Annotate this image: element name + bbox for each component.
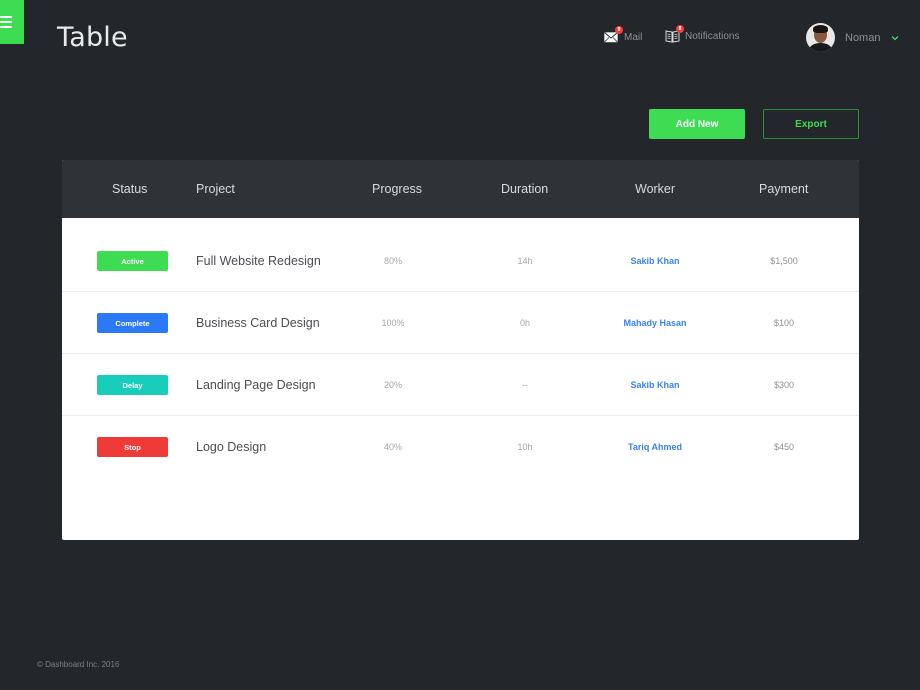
worker-link[interactable]: Sakib Khan: [630, 256, 679, 266]
duration-cell: --: [490, 354, 560, 416]
table-row[interactable]: Complete Business Card Design 100% 0h Mahady…: [62, 292, 859, 354]
duration-value: 0h: [519, 318, 530, 328]
column-header-payment[interactable]: Payment: [759, 160, 808, 218]
notifications-book-icon: 8: [665, 25, 684, 43]
worker-link[interactable]: Mahady Hasan: [623, 318, 686, 328]
column-header-progress[interactable]: Progress: [372, 160, 422, 218]
status-badge[interactable]: Active: [97, 251, 168, 271]
payment-cell: $300: [744, 354, 824, 416]
user-avatar: [806, 23, 835, 52]
project-name: Full Website Redesign: [196, 254, 321, 268]
project-cell: Full Website Redesign: [196, 230, 321, 292]
worker-cell: Tariq Ahmed: [595, 416, 715, 478]
duration-value: 14h: [517, 256, 533, 266]
nav-mail[interactable]: 9 Mail: [604, 26, 643, 44]
nav-mail-label: Mail: [624, 31, 643, 43]
hamburger-menu-icon: [0, 16, 12, 18]
status-badge[interactable]: Complete: [97, 313, 168, 333]
notifications-badge: 8: [676, 25, 684, 33]
column-header-duration[interactable]: Duration: [501, 160, 548, 218]
worker-link[interactable]: Sakib Khan: [630, 380, 679, 390]
user-menu[interactable]: Noman: [806, 23, 900, 52]
table-row[interactable]: Stop Logo Design 40% 10h Tariq Ahmed $450: [62, 416, 859, 478]
payment-cell: $100: [744, 292, 824, 354]
table-row[interactable]: Active Full Website Redesign 80% 14h Sakib K…: [62, 230, 859, 292]
duration-value: 10h: [517, 442, 533, 452]
top-navigation: 9 Mail 8 Notifications: [0, 25, 920, 49]
chevron-down-icon: [892, 35, 899, 40]
nav-notifications-label: Notifications: [685, 30, 740, 42]
user-name: Noman: [845, 31, 881, 44]
duration-cell: 14h: [490, 230, 560, 292]
column-header-worker[interactable]: Worker: [635, 160, 675, 218]
duration-cell: 10h: [490, 416, 560, 478]
progress-value: 20%: [383, 380, 402, 390]
progress-value: 40%: [383, 442, 402, 452]
status-cell: Active: [97, 230, 168, 292]
payment-value: $300: [773, 380, 795, 390]
payment-value: $1,500: [770, 256, 798, 266]
status-cell: Stop: [97, 416, 168, 478]
progress-cell: 20%: [358, 354, 428, 416]
payment-value: $100: [773, 318, 795, 328]
project-cell: Logo Design: [196, 416, 266, 478]
mail-badge: 9: [615, 26, 623, 34]
hamburger-menu-icon-bar: [0, 21, 12, 23]
worker-cell: Sakib Khan: [595, 230, 715, 292]
payment-value: $450: [773, 442, 795, 452]
project-cell: Landing Page Design: [196, 354, 316, 416]
status-badge[interactable]: Delay: [97, 375, 168, 395]
progress-cell: 80%: [358, 230, 428, 292]
column-header-project[interactable]: Project: [196, 160, 235, 218]
project-name: Business Card Design: [196, 316, 320, 330]
status-cell: Delay: [97, 354, 168, 416]
progress-value: 100%: [381, 318, 405, 328]
footer-copyright: © Dashboard Inc. 2016: [37, 660, 120, 669]
progress-value: 80%: [383, 256, 402, 266]
project-name: Landing Page Design: [196, 378, 316, 392]
column-header-status[interactable]: Status: [112, 160, 147, 218]
payment-cell: $450: [744, 416, 824, 478]
nav-notifications[interactable]: 8 Notifications: [665, 25, 740, 43]
status-cell: Complete: [97, 292, 168, 354]
table-header: Status Project Progress Duration Worker …: [62, 160, 859, 218]
status-badge[interactable]: Stop: [97, 437, 168, 457]
progress-cell: 40%: [358, 416, 428, 478]
table-row[interactable]: Delay Landing Page Design 20% -- Sakib Khan $…: [62, 354, 859, 416]
projects-table: Status Project Progress Duration Worker …: [62, 160, 859, 540]
worker-cell: Sakib Khan: [595, 354, 715, 416]
export-button[interactable]: Export: [763, 109, 859, 139]
worker-cell: Mahady Hasan: [595, 292, 715, 354]
worker-link[interactable]: Tariq Ahmed: [628, 442, 682, 452]
mail-icon: 9: [604, 26, 623, 44]
duration-value: --: [522, 380, 528, 390]
project-name: Logo Design: [196, 440, 267, 454]
payment-cell: $1,500: [744, 230, 824, 292]
progress-cell: 100%: [358, 292, 428, 354]
project-cell: Business Card Design: [196, 292, 320, 354]
duration-cell: 0h: [490, 292, 560, 354]
add-new-button[interactable]: Add New: [649, 109, 745, 139]
